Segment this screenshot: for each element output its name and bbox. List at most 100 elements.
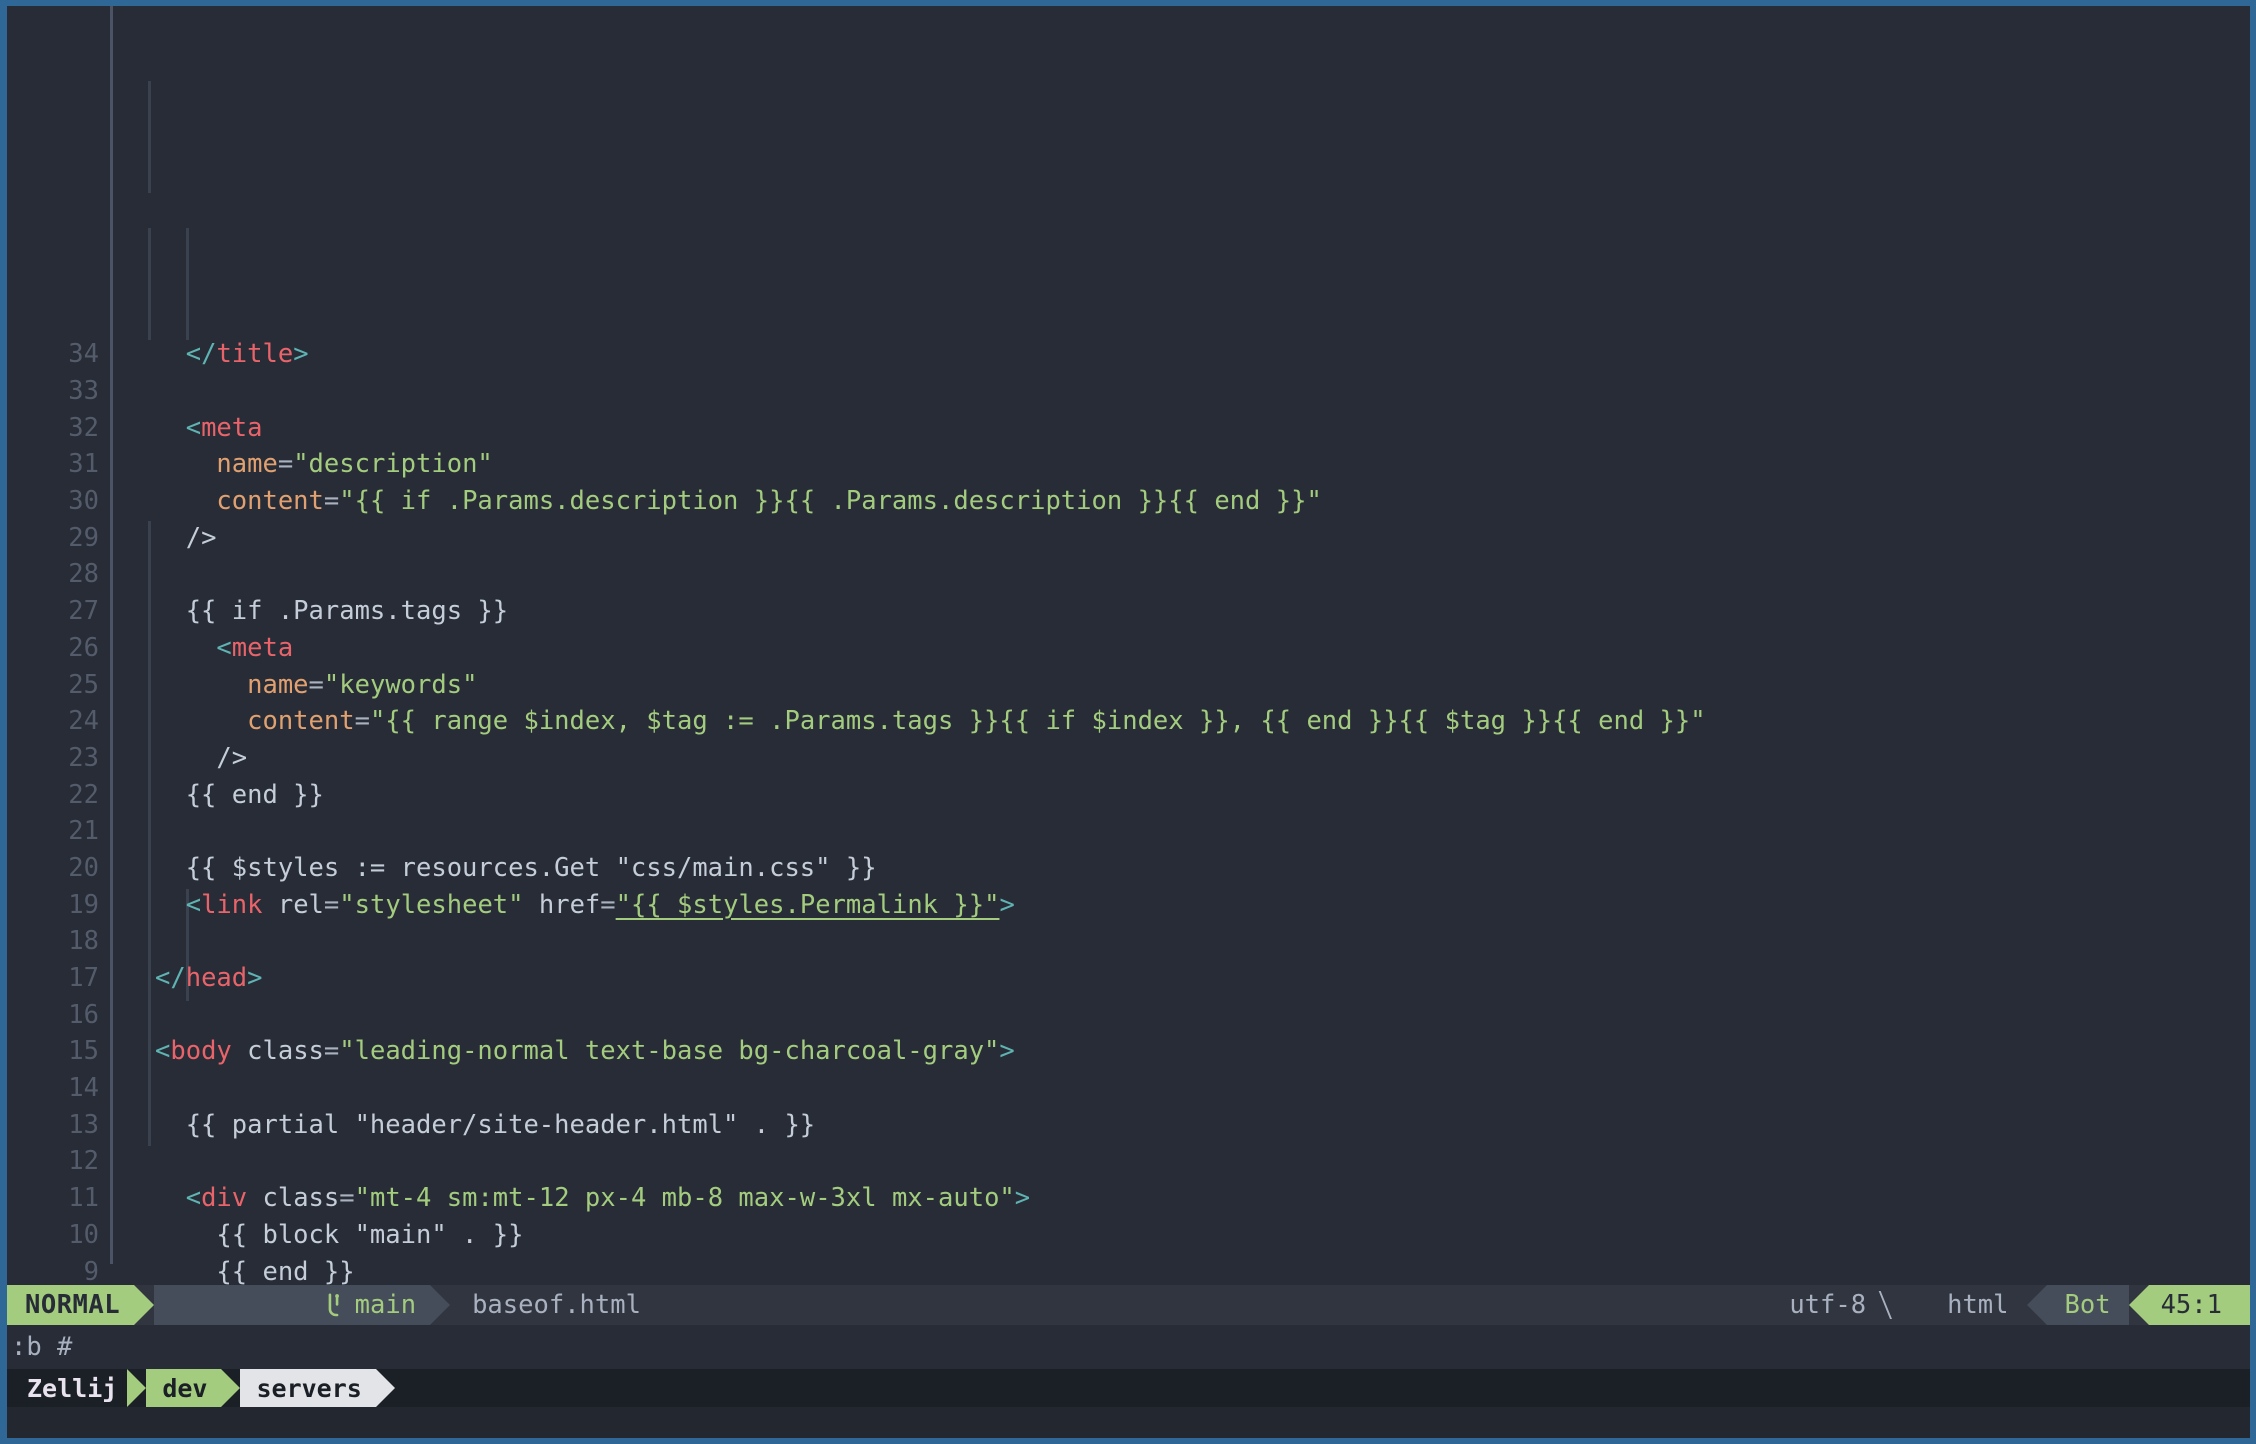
line-number: 16 — [68, 999, 99, 1030]
line-number: 15 — [68, 1036, 99, 1067]
line-number: 30 — [68, 486, 99, 517]
line-number: 13 — [68, 1109, 99, 1140]
line-number: 26 — [68, 632, 99, 663]
line-content: {{ end }} — [155, 779, 324, 810]
editor-line[interactable]: 34 </title> — [7, 336, 2250, 373]
line-number: 29 — [68, 522, 99, 553]
statusline: NORMAL main baseof.html utf-8 html Bot 4… — [7, 1285, 2250, 1359]
editor-line[interactable]: 24 content="{{ range $index, $tag := .Pa… — [7, 703, 2250, 740]
editor-line[interactable]: 14 — [7, 1070, 2250, 1107]
line-content — [155, 556, 186, 593]
line-number: 18 — [68, 926, 99, 957]
line-content: name="keywords" — [247, 669, 478, 700]
indent-guide — [148, 81, 151, 193]
line-content — [155, 1143, 186, 1180]
editor-line[interactable]: 31 name="description" — [7, 446, 2250, 483]
zellij-tab-servers[interactable]: servers — [240, 1369, 376, 1407]
editor-line[interactable]: 13 {{ partial "header/site-header.html" … — [7, 1107, 2250, 1144]
line-number: 28 — [68, 559, 99, 590]
filetype-label: html — [1947, 1290, 2009, 1320]
line-content: </head> — [155, 963, 263, 994]
line-content — [155, 373, 186, 410]
line-number: 23 — [68, 742, 99, 773]
line-content: {{ partial "header/site-header.html" . }… — [155, 1109, 816, 1140]
neovim-pane[interactable]: 34 </title> 33 32 <meta 31 name="descripti… — [7, 6, 2250, 1369]
editor-line[interactable]: 32 <meta — [7, 410, 2250, 447]
line-content: name="description" — [216, 449, 493, 480]
line-content: content="{{ range $index, $tag := .Param… — [247, 706, 1706, 737]
editor-line[interactable]: 19 <link rel="stylesheet" href="{{ $styl… — [7, 887, 2250, 924]
editor-line[interactable]: 30 content="{{ if .Params.description }}… — [7, 483, 2250, 520]
zellij-window: 34 </title> 33 32 <meta 31 name="descripti… — [0, 0, 2256, 1444]
line-number: 21 — [68, 816, 99, 847]
line-number: 34 — [68, 339, 99, 370]
editor-line[interactable]: 12 — [7, 1143, 2250, 1180]
line-number: 25 — [68, 669, 99, 700]
line-content: </title> — [185, 339, 309, 370]
line-content: /> — [185, 522, 217, 553]
branch-separator-arrow-icon — [430, 1285, 451, 1325]
filename-label: baseof.html — [472, 1290, 641, 1320]
line-number: 24 — [68, 706, 99, 737]
editor-line[interactable]: 23 /> — [7, 740, 2250, 777]
line-number: 31 — [68, 449, 99, 480]
line-content: <link rel="stylesheet" href="{{ $styles.… — [185, 889, 1015, 920]
line-number: 33 — [68, 376, 99, 407]
command-line[interactable]: :b # — [7, 1325, 2250, 1369]
statusline-right-group: utf-8 html Bot 45:1 — [1773, 1285, 2250, 1359]
indent-guide — [186, 228, 189, 340]
editor-line[interactable]: 22 {{ end }} — [7, 777, 2250, 814]
line-content — [155, 1070, 186, 1107]
line-number: 12 — [68, 1146, 99, 1177]
line-number: 19 — [68, 889, 99, 920]
zellij-tab-strip: Zellij dev servers — [7, 1369, 2250, 1407]
line-number: 22 — [68, 779, 99, 810]
zellij-status-bar: Zellij dev servers — [7, 1369, 2250, 1438]
line-content — [155, 813, 186, 850]
zellij-tab-filler — [394, 1369, 2250, 1407]
editor-line[interactable]: 21 — [7, 813, 2250, 850]
filetype-separator-arrow-icon — [2026, 1285, 2047, 1325]
git-branch-icon — [170, 1292, 343, 1319]
zellij-tab-dev[interactable]: dev — [146, 1369, 222, 1407]
mode-separator-arrow-icon — [134, 1285, 155, 1325]
scroll-position-label: Bot — [2046, 1285, 2129, 1325]
editor-line[interactable]: 33 — [7, 373, 2250, 410]
line-content: {{ if .Params.tags }} — [155, 596, 509, 627]
line-content: <meta — [216, 632, 294, 663]
line-content: <body class="leading-normal text-base bg… — [155, 1036, 1015, 1067]
encoding-label: utf-8 — [1789, 1290, 1867, 1320]
editor-line[interactable]: 27 {{ if .Params.tags }} — [7, 593, 2250, 630]
line-number: 11 — [68, 1183, 99, 1214]
editor-line[interactable]: 26 <meta — [7, 630, 2250, 667]
editor-line[interactable]: 15 <body class="leading-normal text-base … — [7, 1033, 2250, 1070]
editor-line[interactable]: 28 — [7, 556, 2250, 593]
mode-indicator: NORMAL — [7, 1285, 135, 1325]
line-number: 27 — [68, 596, 99, 627]
editor-line[interactable]: 16 — [7, 997, 2250, 1034]
line-content: /> — [216, 742, 248, 773]
git-branch-segment: main — [154, 1285, 431, 1325]
indent-guide — [148, 228, 151, 340]
editor-line[interactable]: 10 {{ block "main" . }} — [7, 1217, 2250, 1254]
zellij-tab-arrow-icon — [375, 1369, 395, 1407]
position-separator-arrow-icon — [2128, 1285, 2149, 1325]
editor-line[interactable]: 25 name="keywords" — [7, 667, 2250, 704]
line-content: {{ $styles := resources.Get "css/main.cs… — [155, 852, 877, 883]
html5-icon — [1912, 1292, 2119, 1359]
line-content: content="{{ if .Params.description }}{{ … — [216, 486, 1322, 517]
editor-line[interactable]: 20 {{ $styles := resources.Get "css/main… — [7, 850, 2250, 887]
filetype-segment: html — [1902, 1285, 2119, 1359]
editor-line[interactable]: 18 — [7, 923, 2250, 960]
editor-line[interactable]: 11 <div class="mt-4 sm:mt-12 px-4 mb-8 m… — [7, 1180, 2250, 1217]
editor-buffer[interactable]: 34 </title> 33 32 <meta 31 name="descripti… — [7, 6, 2250, 1369]
line-content: <div class="mt-4 sm:mt-12 px-4 mb-8 max-… — [185, 1183, 1031, 1214]
zellij-tab-arrow-icon — [221, 1369, 241, 1407]
git-branch-label: main — [354, 1290, 417, 1320]
line-content: {{ block "main" . }} — [155, 1219, 524, 1250]
editor-line[interactable]: 17 </head> — [7, 960, 2250, 997]
cursor-position-label: 45:1 — [2148, 1285, 2250, 1325]
zellij-tab-arrow-icon — [127, 1369, 147, 1407]
line-number: 17 — [68, 963, 99, 994]
editor-line[interactable]: 29 /> — [7, 520, 2250, 557]
